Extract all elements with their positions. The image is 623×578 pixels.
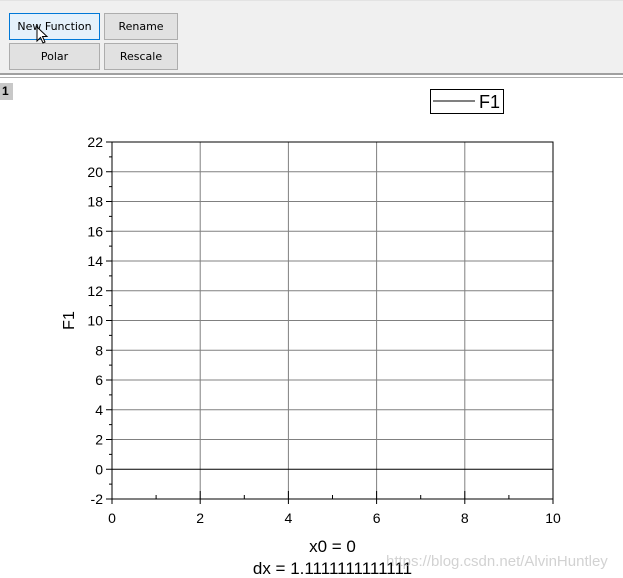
y-tick-label: 18 (87, 194, 103, 210)
watermark: https://blog.csdn.net/AlvinHuntley (386, 553, 608, 570)
y-tick-label: 6 (95, 372, 103, 388)
y-axis-label: F1 (61, 311, 78, 330)
x-tick-label: 6 (373, 510, 381, 526)
y-tick-label: 12 (87, 283, 103, 299)
chart: -202468101214161820220 2 4 6 8 10F1F1x0 = 0dx… (61, 89, 561, 578)
y-tick-label: 10 (87, 313, 103, 329)
y-tick-label: 8 (95, 342, 103, 358)
y-tick-label: 0 (95, 461, 103, 477)
x0-annotation: x0 = 0 (309, 537, 356, 556)
legend-label: F1 (479, 92, 500, 112)
y-tick-label: 22 (87, 134, 103, 150)
x-tick-label: 8 (461, 510, 469, 526)
y-tick-label: -2 (91, 491, 104, 507)
x-tick-label: 10 (545, 510, 561, 526)
toolbar: New Function Rename Polar Rescale (0, 0, 623, 73)
polar-button[interactable]: Polar (9, 43, 100, 70)
y-tick-label: 2 (95, 432, 103, 448)
rename-button[interactable]: Rename (104, 13, 178, 40)
x-tick-label: 0 (108, 510, 116, 526)
rescale-button[interactable]: Rescale (104, 43, 178, 70)
mouse-cursor-icon (36, 26, 49, 44)
y-tick-label: 20 (87, 164, 103, 180)
y-tick-label: 14 (87, 253, 103, 269)
y-tick-label: 4 (95, 402, 103, 418)
divider (0, 73, 623, 75)
y-tick-label: 16 (87, 223, 103, 239)
x-tick-label: 4 (285, 510, 293, 526)
x-tick-label: 2 (196, 510, 204, 526)
new-function-button[interactable]: New Function (9, 13, 100, 40)
